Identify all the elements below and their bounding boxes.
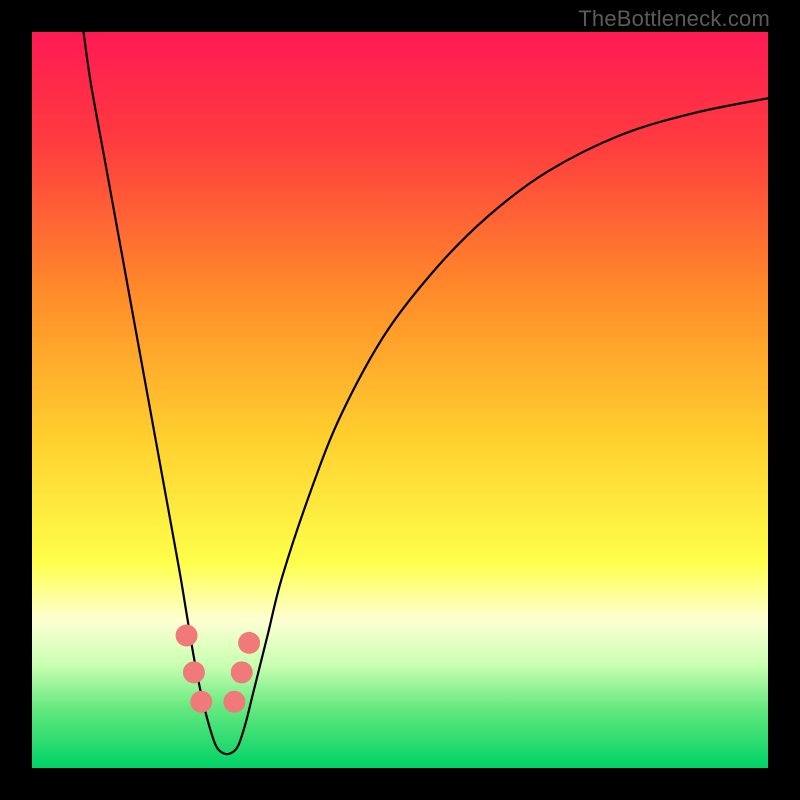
plot-area [32,32,768,768]
curve-marker [176,625,198,647]
curve-marker [190,691,212,713]
curve-marker [223,691,245,713]
bottleneck-chart [32,32,768,768]
curve-marker [231,661,253,683]
gradient-background [32,32,768,768]
watermark-text: TheBottleneck.com [578,6,770,32]
chart-frame: TheBottleneck.com [0,0,800,800]
curve-marker [183,661,205,683]
curve-marker [238,632,260,654]
